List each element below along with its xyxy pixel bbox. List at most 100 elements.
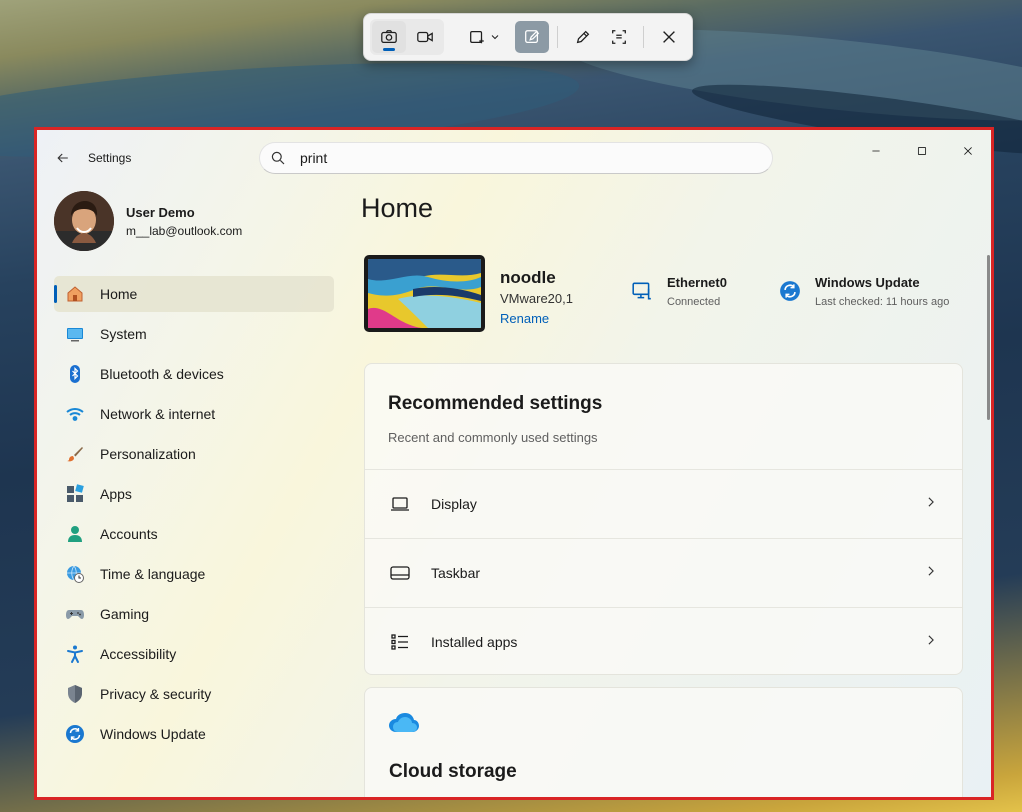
sidebar-item-label: Bluetooth & devices [100,366,224,382]
capture-mode-group [370,19,444,55]
sidebar-item-label: Windows Update [100,726,206,742]
sidebar-item-gaming[interactable]: Gaming [54,596,334,632]
record-mode-button[interactable] [408,21,442,53]
sidebar-item-bluetooth[interactable]: Bluetooth & devices [54,356,334,392]
laptop-icon [389,493,411,515]
ethernet-title: Ethernet0 [667,275,727,290]
toolbar-divider [643,26,645,48]
recommended-row-label: Taskbar [431,565,481,581]
text-action-icon [611,30,626,44]
chevron-right-icon [924,633,938,647]
close-button[interactable] [945,136,991,166]
avatar [54,191,114,251]
edit-button[interactable] [515,21,550,53]
text-actions-button[interactable] [602,21,636,53]
recommended-settings-title: Recommended settings [388,393,603,414]
edit-icon [525,30,540,44]
sidebar-item-home[interactable]: Home [54,276,334,312]
sidebar-item-personalization[interactable]: Personalization [54,436,334,472]
screenshot-mode-button[interactable] [372,21,406,53]
pen-button[interactable] [566,21,600,53]
sidebar-item-label: System [100,326,147,342]
sidebar-item-windows-update[interactable]: Windows Update [54,716,334,752]
system-icon [64,323,86,345]
chevron-right-icon [924,495,938,509]
apps-icon [64,483,86,505]
shield-icon [64,683,86,705]
sidebar-item-label: Personalization [100,446,196,462]
sidebar-item-apps[interactable]: Apps [54,476,334,512]
globe-clock-icon [64,563,86,585]
onedrive-cloud-icon [388,712,420,734]
ethernet-status-text: Connected [667,296,721,308]
home-icon [64,283,86,305]
brush-icon [64,443,86,465]
recommended-row-label: Installed apps [431,634,518,650]
recommended-row-label: Display [431,496,477,512]
device-model: VMware20,1 [500,291,573,306]
gamepad-icon [64,603,86,625]
sidebar-nav: Home System Bluetooth & devices Network … [54,276,334,756]
close-icon [663,31,676,43]
ethernet-monitor-icon [630,279,654,303]
maximize-icon [917,146,927,156]
sidebar-item-label: Privacy & security [100,686,212,702]
update-icon [778,279,802,303]
accounts-icon [64,523,86,545]
sidebar-item-label: Accounts [100,526,158,542]
update-icon [64,723,86,745]
sidebar-item-network[interactable]: Network & internet [54,396,334,432]
taskbar-icon [389,562,411,584]
recommended-settings-subtitle: Recent and commonly used settings [388,430,598,445]
ethernet-status[interactable]: Ethernet0 Connected [630,275,727,308]
sidebar-item-label: Time & language [100,566,206,582]
sidebar-item-label: Gaming [100,606,150,622]
bluetooth-icon [64,363,86,385]
windows-update-title: Windows Update [815,275,920,290]
video-icon [417,31,433,43]
close-toolbar-button[interactable] [652,21,686,53]
windows-update-status[interactable]: Windows Update Last checked: 11 hours ag… [778,275,949,308]
page-title: Home [361,193,434,223]
scrollbar[interactable] [987,255,990,420]
minimize-button[interactable] [853,136,899,166]
list-icon [389,631,411,653]
sidebar-item-accounts[interactable]: Accounts [54,516,334,552]
minimize-icon [872,150,880,152]
snip-mode-icon [469,30,484,44]
toolbar-divider [557,26,559,48]
accessibility-icon [64,643,86,665]
windows-update-status-text: Last checked: 11 hours ago [815,296,950,308]
sidebar-item-label: Network & internet [100,406,216,422]
search-box[interactable] [259,142,773,174]
arrow-left-icon [57,153,68,163]
search-input[interactable] [300,150,730,166]
sidebar-item-label: Apps [100,486,132,502]
camera-icon [381,30,397,44]
sidebar-item-privacy[interactable]: Privacy & security [54,676,334,712]
user-name: User Demo [126,204,195,220]
settings-window: Settings U [34,127,994,800]
maximize-button[interactable] [899,136,945,166]
title-bar: Settings [37,130,991,182]
close-icon [964,147,972,155]
device-name: noodle [500,268,556,287]
sidebar-item-system[interactable]: System [54,316,334,352]
search-icon [270,150,286,166]
recommended-row-display[interactable]: Display [365,469,962,538]
chevron-down-icon [491,35,499,40]
user-email: m__lab@outlook.com [126,223,243,238]
device-wallpaper-thumbnail [364,255,485,332]
snip-mode-dropdown[interactable] [460,21,507,53]
snipping-toolbar [363,13,693,61]
recommended-row-taskbar[interactable]: Taskbar [365,538,962,607]
user-profile[interactable]: User Demo m__lab@outlook.com [54,191,242,251]
pen-icon [576,30,590,44]
wifi-icon [64,403,86,425]
sidebar-item-time-language[interactable]: Time & language [54,556,334,592]
rename-link[interactable]: Rename [500,311,549,326]
sidebar-item-accessibility[interactable]: Accessibility [54,636,334,672]
back-button[interactable] [49,144,77,172]
cloud-storage-card[interactable]: Cloud storage [364,687,963,797]
recommended-row-installed-apps[interactable]: Installed apps [365,607,962,676]
